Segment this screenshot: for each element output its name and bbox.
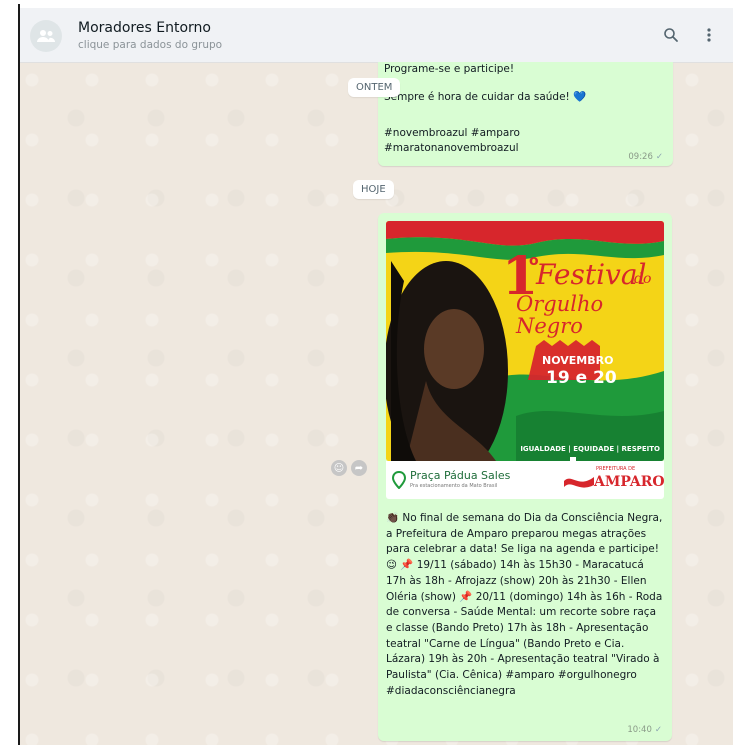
search-icon[interactable]: [660, 24, 682, 46]
poster-title-line2: Orgulho Negro: [516, 292, 604, 338]
venue-subtitle: Pra estacionamento da Mato Brasil: [410, 483, 498, 489]
time-text: 09:26: [628, 152, 653, 162]
sent-check-icon: ✓: [655, 152, 663, 162]
prefeitura-flag-logo: [564, 477, 594, 488]
date-separator: ONTEM: [348, 78, 401, 97]
date-separator: HOJE: [353, 180, 394, 199]
message-bubble-outgoing[interactable]: 1 o Festival do Orgulho Negro NOVEMBRO 1…: [378, 213, 672, 741]
message-line: Programe-se e participe!: [384, 63, 515, 75]
emoji-reaction-icon[interactable]: ☺: [331, 460, 347, 476]
poster-logo-strip: Praça Pádua Sales Pra estacionamento da …: [386, 461, 665, 499]
message-caption: 👏🏿 No final de semana do Dia da Consciên…: [386, 512, 663, 697]
chat-header[interactable]: Moradores Entorno clique para dados do g…: [20, 8, 733, 63]
message-timestamp: 09:26 ✓: [628, 152, 663, 162]
poster-month: NOVEMBRO: [542, 354, 614, 367]
time-text: 10:40: [627, 725, 652, 735]
message-bubble-outgoing[interactable]: Programe-se e participe! Sempre é hora d…: [378, 62, 673, 166]
group-avatar[interactable]: [30, 20, 62, 52]
hashtag-text[interactable]: #maratonanovembroazul: [384, 141, 519, 155]
chat-window: Moradores Entorno clique para dados do g…: [20, 8, 733, 745]
group-icon: [37, 30, 55, 42]
poster-title-line1: Festival: [536, 258, 647, 291]
venue-name: Praça Pádua Sales: [410, 469, 511, 482]
hashtag-text[interactable]: #novembroazul #amparo: [384, 126, 520, 140]
poster-footer-slogan: IGUALDADE | EQUIDADE | RESPEITO: [520, 445, 660, 453]
message-line: Sempre é hora de cuidar da saúde! 💙: [384, 91, 587, 103]
poster-title-do: do: [634, 271, 652, 287]
kebab-menu-icon[interactable]: [698, 24, 720, 46]
prefeitura-label: PREFEITURA DE: [596, 466, 636, 472]
sent-check-icon: ✓: [654, 725, 662, 735]
screenshot-frame: Moradores Entorno clique para dados do g…: [0, 0, 734, 745]
event-poster-image[interactable]: 1 o Festival do Orgulho Negro NOVEMBRO 1…: [386, 221, 664, 461]
prefeitura-name: AMPARO: [594, 474, 665, 490]
poster-days: 19 e 20: [546, 368, 617, 388]
map-pin-icon: [392, 471, 406, 489]
message-timestamp: 10:40 ✓: [627, 725, 662, 735]
forward-icon[interactable]: ➦: [351, 460, 367, 476]
group-info-hint[interactable]: clique para dados do grupo: [78, 39, 222, 51]
group-name[interactable]: Moradores Entorno: [78, 20, 211, 36]
